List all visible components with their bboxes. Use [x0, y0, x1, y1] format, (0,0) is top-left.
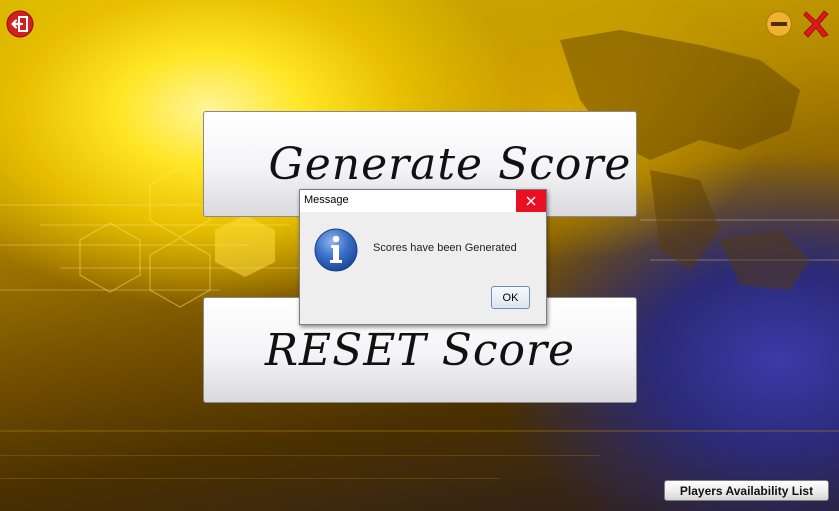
exit-door-icon	[6, 10, 34, 38]
generate-score-label: Generate Score	[268, 138, 632, 190]
dialog-title: Message	[304, 194, 349, 206]
red-x-close-icon	[803, 10, 829, 38]
message-dialog: Message Scores have been Generated OK	[299, 189, 547, 325]
information-icon	[314, 228, 358, 272]
minimize-circle-icon	[766, 11, 792, 37]
close-icon[interactable]	[802, 9, 830, 39]
dialog-body: Scores have been Generated OK	[300, 212, 546, 324]
close-x-icon	[526, 196, 536, 206]
dialog-close-button[interactable]	[516, 190, 546, 212]
exit-icon[interactable]	[6, 10, 34, 38]
reset-score-label: RESET Score	[264, 324, 576, 376]
dialog-titlebar[interactable]: Message	[300, 190, 546, 212]
minimize-icon[interactable]	[765, 10, 793, 38]
dialog-message: Scores have been Generated	[373, 242, 517, 254]
players-availability-list-button[interactable]: Players Availability List	[664, 480, 829, 501]
ok-button[interactable]: OK	[491, 286, 530, 309]
